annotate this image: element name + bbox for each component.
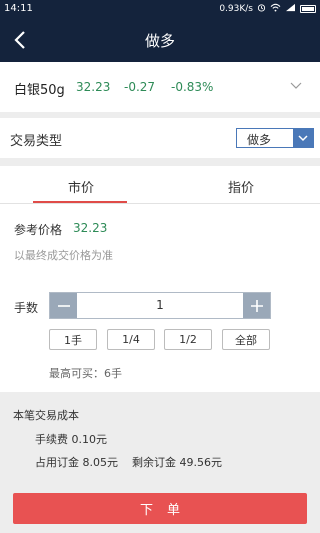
price-note: 以最终成交价格为准 [14,249,113,262]
alarm-icon [257,3,266,15]
nav-bar: 做多 [0,18,320,62]
cost-title: 本笔交易成本 [13,409,79,422]
signal-icon [285,3,296,15]
product-row[interactable]: 白银50g 32.23 -0.27 -0.83% [0,62,320,112]
product-change: -0.27 [124,80,156,94]
trade-type-value: 做多 [247,133,272,147]
order-panel: 市价 指价 参考价格 32.23 以最终成交价格为准 手数 1 1手 1/4 1… [0,166,320,392]
trade-type-row: 交易类型 做多 [0,118,320,158]
minus-icon [57,304,70,307]
status-icons: 0.93K/s [219,3,316,15]
product-change-pct: -0.83% [171,80,214,94]
product-price: 32.23 [76,80,111,94]
product-name: 白银50g [14,83,65,98]
quick-qty-1[interactable]: 1手 [49,329,97,350]
trade-type-label: 交易类型 [10,134,63,149]
order-tabs: 市价 指价 [0,166,320,204]
ref-price-label: 参考价格 [14,223,63,237]
fee-text: 手续费 0.10元 [35,433,107,446]
plus-icon [250,299,263,312]
quick-qty-all[interactable]: 全部 [222,329,270,350]
page-title: 做多 [144,32,175,50]
status-time: 14:11 [4,3,33,14]
active-tab-indicator [33,201,127,203]
plus-button[interactable] [243,293,270,318]
qty-label: 手数 [14,301,39,315]
wifi-icon [270,3,281,15]
network-speed: 0.93K/s [219,4,253,14]
quantity-input[interactable]: 1 [77,298,243,312]
remaining-text: 剩余订金 49.56元 [132,456,222,469]
trade-type-select[interactable]: 做多 [236,128,314,148]
dropdown-arrow-icon[interactable] [293,129,313,147]
tab-market[interactable]: 市价 [68,177,94,196]
margin-text: 占用订金 8.05元 [35,456,118,469]
ref-price-value: 32.23 [73,221,108,235]
quick-qty-half[interactable]: 1/2 [164,329,212,350]
battery-icon [300,5,316,13]
tab-limit[interactable]: 指价 [228,177,254,196]
quantity-stepper: 1 [49,292,271,319]
minus-button[interactable] [50,293,77,318]
quick-qty-quarter[interactable]: 1/4 [107,329,155,350]
max-buy-text: 最高可买：6手 [49,367,122,380]
status-bar: 14:11 0.93K/s [0,0,320,18]
place-order-button[interactable]: 下单 [13,493,307,524]
chevron-down-icon[interactable] [290,79,302,94]
cost-section: 本笔交易成本 手续费 0.10元 占用订金 8.05元 剩余订金 49.56元 [0,392,320,478]
